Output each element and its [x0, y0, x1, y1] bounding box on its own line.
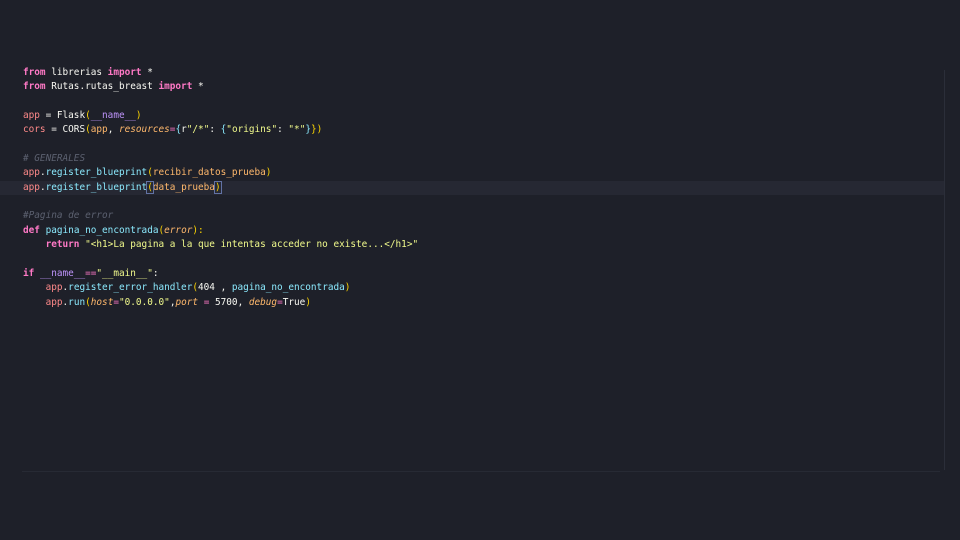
function-name-token: pagina_no_encontrada: [45, 224, 159, 236]
code-token: *: [192, 81, 204, 93]
code-token: librerias: [45, 67, 108, 78]
identifier-token: app: [45, 296, 63, 308]
code-line[interactable]: app.run(host="0.0.0.0",port = 5700, debu…: [23, 296, 944, 310]
code-text-area[interactable]: from librerias import * from Rutas.rutas_…: [0, 66, 944, 310]
paren-token: ):: [192, 224, 204, 236]
code-line[interactable]: app.register_blueprint(recibir_datos_pru…: [23, 166, 944, 180]
vertical-scrollbar[interactable]: [944, 70, 945, 470]
identifier-token: cors: [23, 124, 46, 136]
code-line[interactable]: from Rutas.rutas_breast import *: [23, 80, 944, 94]
paren-token: }): [311, 124, 323, 136]
code-token: Rutas.rutas_breast: [45, 81, 159, 93]
code-line-current[interactable]: app.register_blueprint(data_prueba): [0, 180, 944, 196]
function-name-token: register_error_handler: [68, 282, 193, 294]
code-token: = CORS: [45, 124, 86, 136]
code-line[interactable]: cors = CORS(app, resources={r"/*": {"ori…: [23, 123, 944, 137]
code-line[interactable]: [23, 195, 944, 209]
paren-token: ): [344, 282, 351, 294]
paren-token: ): [135, 110, 142, 122]
identifier-token: app: [23, 167, 40, 179]
code-line[interactable]: [23, 95, 944, 109]
variable-token: recibir_datos_prueba: [152, 167, 266, 179]
string-token: "/*": [186, 124, 210, 136]
number-token: 404: [198, 282, 215, 294]
code-line[interactable]: [23, 138, 944, 152]
dunder-token: __name__: [90, 110, 136, 122]
code-token: ,: [107, 124, 119, 136]
code-token: :: [277, 124, 289, 136]
code-editor[interactable]: from librerias import * from Rutas.rutas_…: [0, 0, 960, 540]
number-token: 5700: [214, 296, 238, 308]
code-line[interactable]: return "<h1>La pagina a la que intentas …: [23, 238, 944, 252]
code-line[interactable]: if __name__=="__main__":: [23, 267, 944, 281]
code-line[interactable]: def pagina_no_encontrada(error):: [23, 224, 944, 238]
parameter-token: port: [175, 296, 199, 308]
comment-token: # GENERALES: [23, 153, 86, 165]
code-line[interactable]: app.register_error_handler(404 , pagina_…: [23, 281, 944, 295]
parameter-token: error: [164, 224, 193, 236]
identifier-token: app: [23, 181, 40, 193]
operator-token: =: [198, 296, 215, 308]
parameter-token: host: [90, 296, 114, 308]
string-token: "__main__": [96, 267, 153, 279]
identifier-token: app: [23, 110, 40, 122]
variable-token: data_prueba: [152, 181, 215, 193]
function-name-token: pagina_no_encontrada: [231, 282, 345, 294]
parameter-token: debug: [248, 296, 278, 308]
string-token: "<h1>La pagina a la que intentas acceder…: [85, 239, 419, 251]
code-token: :: [209, 124, 221, 136]
string-token: "*": [288, 124, 306, 136]
function-name-token: register_blueprint: [45, 181, 148, 193]
keyword-token: def: [23, 224, 40, 236]
keyword-token: if: [23, 267, 35, 279]
code-line[interactable]: from librerias import *: [23, 66, 944, 80]
string-token: "origins": [226, 124, 278, 136]
code-line[interactable]: [23, 252, 944, 266]
keyword-token: from: [23, 67, 46, 78]
paren-token: ): [214, 180, 222, 194]
identifier-token: app: [45, 282, 63, 294]
variable-token: app: [90, 124, 108, 136]
code-token: ,: [214, 282, 232, 294]
keyword-token: from: [23, 81, 46, 93]
string-token: "0.0.0.0": [119, 296, 170, 308]
paren-token: ): [305, 296, 311, 308]
operator-token: ==: [85, 267, 97, 279]
code-token: = Flask: [39, 110, 86, 122]
code-line[interactable]: # GENERALES: [23, 152, 944, 166]
code-line[interactable]: app = Flask(__name__): [23, 109, 944, 123]
dunder-token: __name__: [39, 267, 86, 279]
function-name-token: run: [68, 296, 86, 308]
code-token: True: [282, 296, 306, 308]
editor-bottom-divider: [22, 471, 940, 472]
keyword-token: import: [107, 67, 142, 78]
paren-token: ): [265, 167, 272, 179]
code-token: ,: [237, 296, 249, 308]
code-token: :: [152, 267, 159, 279]
keyword-token: import: [158, 81, 193, 93]
parameter-token: resources: [118, 124, 170, 136]
keyword-token: return: [45, 239, 80, 251]
function-name-token: register_blueprint: [45, 167, 148, 179]
comment-token: #Pagina de error: [23, 210, 114, 222]
code-token: *: [141, 67, 153, 78]
code-line[interactable]: #Pagina de error: [23, 209, 944, 223]
